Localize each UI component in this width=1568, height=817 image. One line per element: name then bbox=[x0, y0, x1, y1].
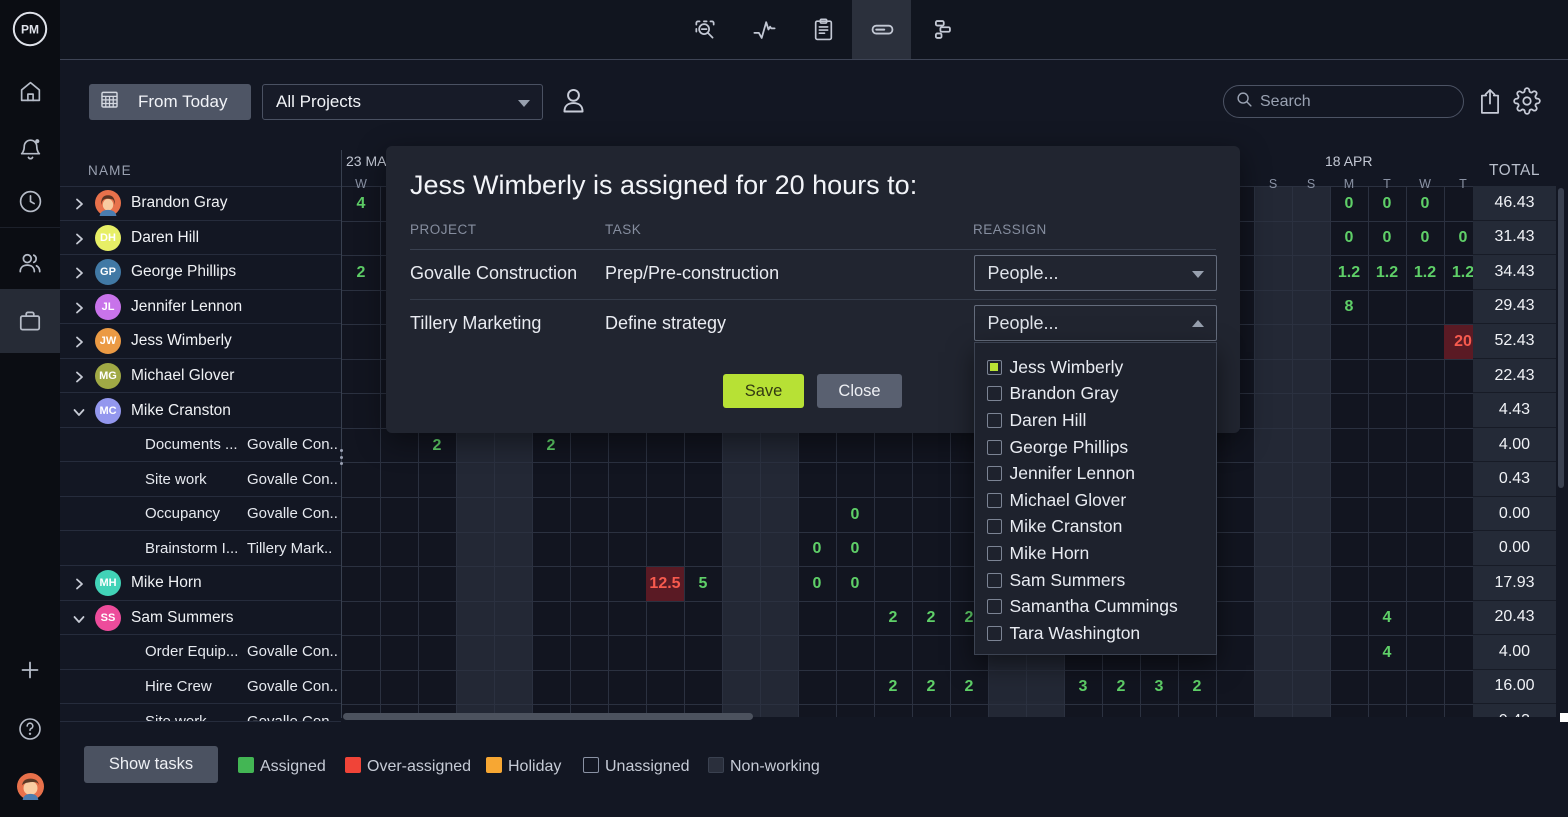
svg-text:PM: PM bbox=[21, 23, 39, 37]
